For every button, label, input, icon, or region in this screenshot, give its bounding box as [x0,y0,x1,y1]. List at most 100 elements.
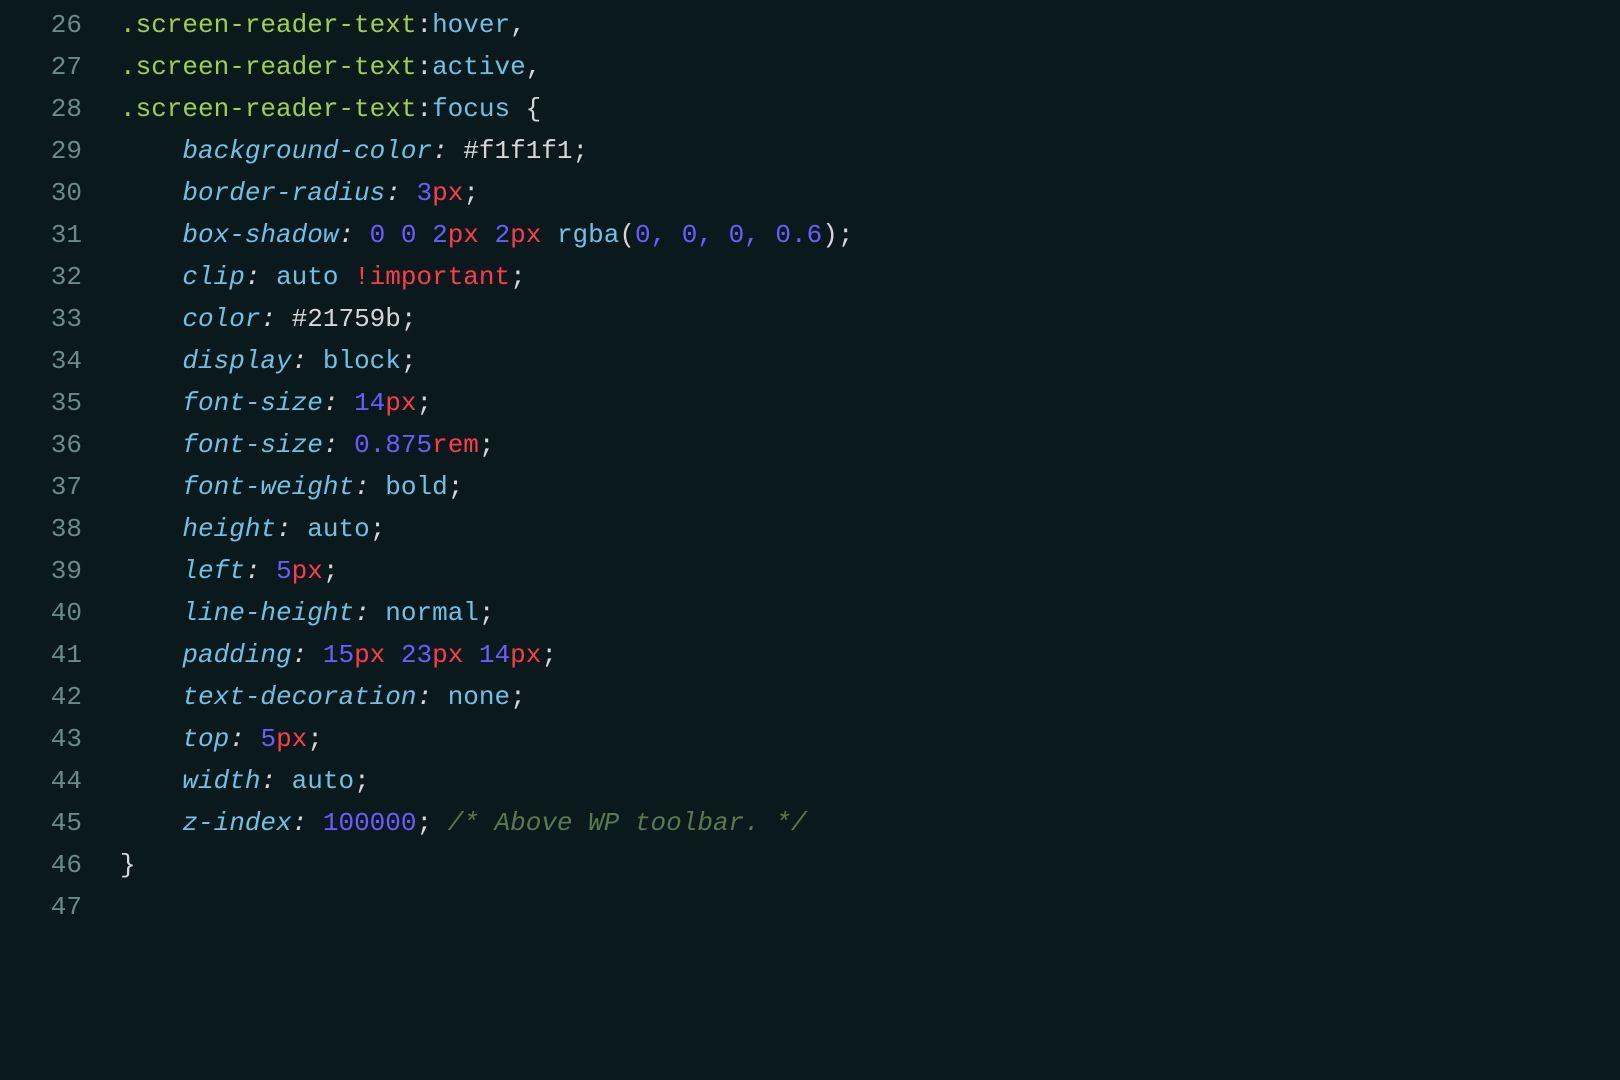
token: 14 [354,388,385,418]
token: : [354,598,385,628]
line-number: 40 [0,592,120,634]
line-content[interactable]: font-size: 0.875rem; [120,424,1620,466]
token: ; [448,472,464,502]
token: #f1f1f1 [463,136,572,166]
code-line[interactable]: 41 padding: 15px 23px 14px; [0,634,1620,676]
token: line-height [182,598,354,628]
code-line[interactable]: 40 line-height: normal; [0,592,1620,634]
line-number: 36 [0,424,120,466]
token: #21759b [292,304,401,334]
line-content[interactable]: .screen-reader-text:hover, [120,4,1620,46]
token: 5 [276,556,292,586]
token: top [182,724,229,754]
token: } [120,850,136,880]
token: : [416,10,432,40]
line-number: 32 [0,256,120,298]
line-content[interactable]: color: #21759b; [120,298,1620,340]
code-line[interactable]: 35 font-size: 14px; [0,382,1620,424]
line-content[interactable]: } [120,844,1620,886]
code-line[interactable]: 32 clip: auto !important; [0,256,1620,298]
token: : [416,94,432,124]
code-line[interactable]: 36 font-size: 0.875rem; [0,424,1620,466]
line-content[interactable]: width: auto; [120,760,1620,802]
code-line[interactable]: 34 display: block; [0,340,1620,382]
token: : [276,514,307,544]
code-line[interactable]: 47 [0,886,1620,928]
token: ; [541,640,557,670]
code-line[interactable]: 44 width: auto; [0,760,1620,802]
token: px [432,178,463,208]
code-line[interactable]: 38 height: auto; [0,508,1620,550]
code-line[interactable]: 28.screen-reader-text:focus { [0,88,1620,130]
line-content[interactable]: border-radius: 3px; [120,172,1620,214]
token: 0.875 [354,430,432,460]
token: auto [292,766,354,796]
line-number: 34 [0,340,120,382]
token: .screen-reader-text [120,10,416,40]
token: px [354,640,385,670]
token: left [182,556,244,586]
line-number: 37 [0,466,120,508]
token: , [526,52,542,82]
token: .screen-reader-text [120,52,416,82]
token: 5 [260,724,276,754]
token: ; [510,262,526,292]
code-line[interactable]: 29 background-color: #f1f1f1; [0,130,1620,172]
line-content[interactable]: line-height: normal; [120,592,1620,634]
code-line[interactable]: 43 top: 5px; [0,718,1620,760]
token: hover [432,10,510,40]
code-editor[interactable]: 26.screen-reader-text:hover,27.screen-re… [0,4,1620,928]
token: padding [182,640,291,670]
token: normal [385,598,479,628]
code-line[interactable]: 37 font-weight: bold; [0,466,1620,508]
line-content[interactable]: box-shadow: 0 0 2px 2px rgba(0, 0, 0, 0.… [120,214,1620,256]
line-content[interactable]: z-index: 100000; /* Above WP toolbar. */ [120,802,1620,844]
token: width [182,766,260,796]
code-line[interactable]: 27.screen-reader-text:active, [0,46,1620,88]
token: { [510,94,541,124]
token: : [338,220,369,250]
token: ; [838,220,854,250]
token: 14 [463,640,510,670]
token: text-decoration [182,682,416,712]
line-number: 27 [0,46,120,88]
token: px [292,556,323,586]
line-content[interactable]: padding: 15px 23px 14px; [120,634,1620,676]
code-line[interactable]: 42 text-decoration: none; [0,676,1620,718]
token: 15 [323,640,354,670]
line-content[interactable]: background-color: #f1f1f1; [120,130,1620,172]
line-content[interactable]: font-size: 14px; [120,382,1620,424]
line-number: 35 [0,382,120,424]
code-line[interactable]: 30 border-radius: 3px; [0,172,1620,214]
line-content[interactable] [120,886,1620,928]
line-content[interactable]: font-weight: bold; [120,466,1620,508]
code-line[interactable]: 45 z-index: 100000; /* Above WP toolbar.… [0,802,1620,844]
token: : [385,178,416,208]
line-content[interactable]: left: 5px; [120,550,1620,592]
line-content[interactable]: .screen-reader-text:active, [120,46,1620,88]
line-content[interactable]: text-decoration: none; [120,676,1620,718]
token: : [260,304,291,334]
line-number: 43 [0,718,120,760]
token: : [292,640,323,670]
code-line[interactable]: 26.screen-reader-text:hover, [0,4,1620,46]
line-content[interactable]: .screen-reader-text:focus { [120,88,1620,130]
code-line[interactable]: 31 box-shadow: 0 0 2px 2px rgba(0, 0, 0,… [0,214,1620,256]
token: box-shadow [182,220,338,250]
token: px [448,220,479,250]
line-content[interactable]: clip: auto !important; [120,256,1620,298]
code-line[interactable]: 46} [0,844,1620,886]
code-line[interactable]: 39 left: 5px; [0,550,1620,592]
token: ; [510,682,526,712]
code-line[interactable]: 33 color: #21759b; [0,298,1620,340]
line-content[interactable]: height: auto; [120,508,1620,550]
line-content[interactable]: display: block; [120,340,1620,382]
token: background-color [182,136,432,166]
token: .screen-reader-text [120,94,416,124]
token: ) [822,220,838,250]
token: : [229,724,260,754]
token: 2 [479,220,510,250]
line-content[interactable]: top: 5px; [120,718,1620,760]
token: rem [432,430,479,460]
token: px [432,640,463,670]
